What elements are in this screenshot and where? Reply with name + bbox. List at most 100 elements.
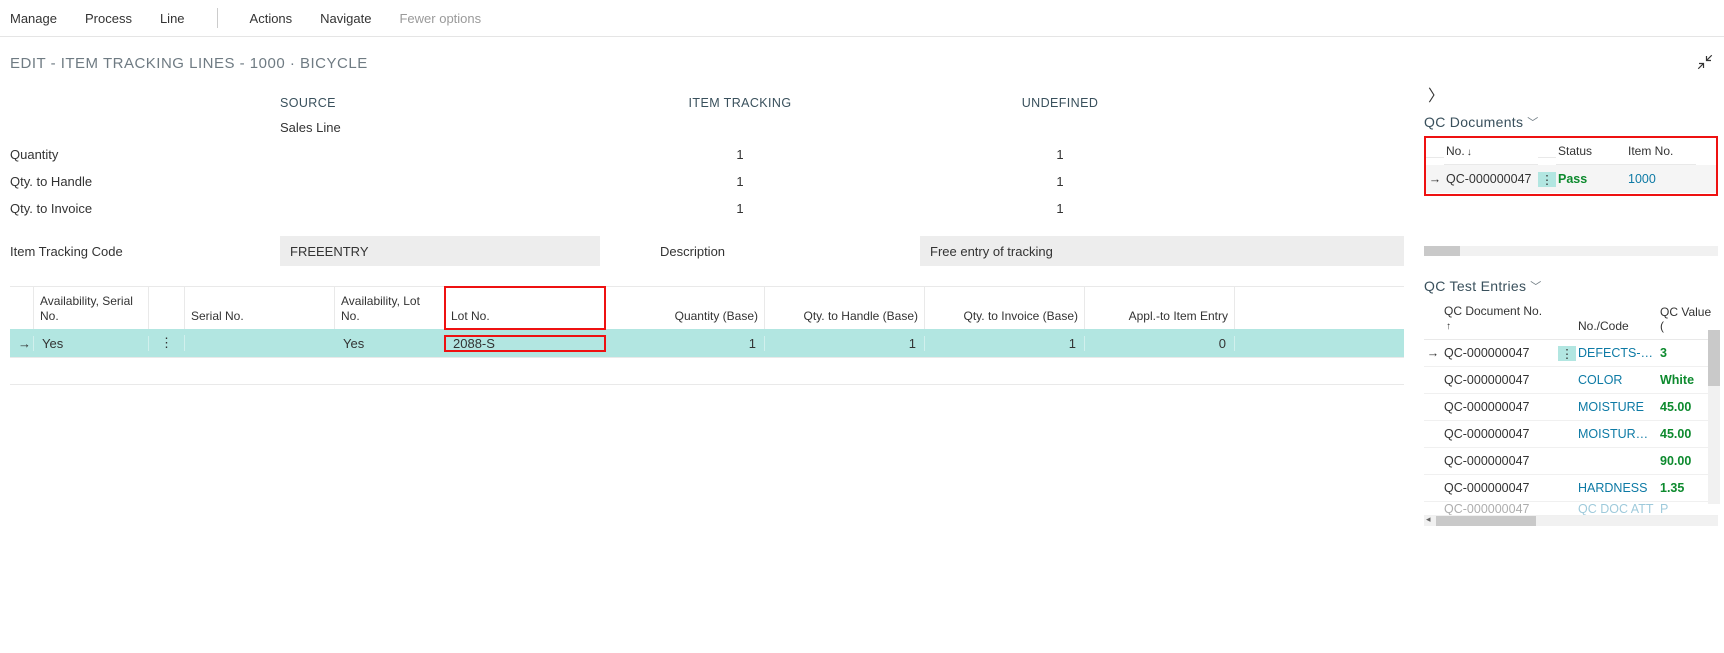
menu-separator (217, 8, 218, 28)
qc-test-value: 45.00 (1658, 400, 1714, 414)
factbox-next-icon[interactable]: 〉 (1424, 82, 1718, 106)
qc-test-code[interactable]: DEFECTS-MA... (1576, 346, 1658, 360)
qc-tests-col-no-code[interactable]: No./Code (1576, 315, 1658, 339)
header-item-tracking: ITEM TRACKING (590, 92, 890, 114)
factbox-qc-documents-title[interactable]: QC Documents ﹀ (1424, 106, 1718, 136)
qty-invoice-undefined: 1 (900, 201, 1220, 216)
qc-docs-col-no[interactable]: No.↓ (1444, 138, 1538, 165)
title-row: EDIT - ITEM TRACKING LINES - 1000 · BICY… (0, 37, 1724, 82)
cell-avail-lot[interactable]: Yes (335, 336, 445, 351)
col-qty-invoice-base[interactable]: Qty. to Invoice (Base) (925, 287, 1085, 329)
menu-fewer-options[interactable]: Fewer options (399, 11, 481, 26)
menu-manage[interactable]: Manage (10, 11, 57, 26)
qc-test-row[interactable]: QC-000000047 MOISTURE 0245.00 (1424, 421, 1718, 448)
qty-invoice-item-tracking: 1 (590, 201, 890, 216)
row-menu-icon[interactable]: ⋮ (149, 335, 185, 351)
header-source: SOURCE (280, 92, 580, 114)
collapse-factbox-icon[interactable] (1696, 53, 1714, 74)
qc-test-entries-label: QC Test Entries (1424, 278, 1526, 294)
qc-tests-v-scrollbar[interactable] (1708, 330, 1720, 504)
main-content: SOURCE ITEM TRACKING UNDEFINED Sales Lin… (0, 82, 1414, 536)
qc-test-doc-no[interactable]: QC-000000047 (1442, 373, 1558, 387)
row-arrow-icon[interactable]: → (1424, 346, 1442, 360)
qc-doc-no[interactable]: QC-000000047 (1444, 172, 1538, 186)
sort-desc-icon: ↓ (1467, 147, 1472, 158)
col-availability-lot[interactable]: Availability, Lot No. (335, 287, 445, 329)
qc-doc-status: Pass (1556, 172, 1626, 186)
qc-docs-col-status[interactable]: Status (1556, 138, 1626, 165)
qc-test-row-partial: QC-000000047 QC DOC ATT P (1424, 502, 1718, 516)
quantity-item-tracking: 1 (590, 147, 890, 162)
qc-test-doc-no[interactable]: QC-000000047 (1442, 427, 1558, 441)
row-menu-icon[interactable]: ⋮ (1538, 172, 1556, 187)
qc-test-row[interactable]: →QC-000000047⋮DEFECTS-MA...3 (1424, 340, 1718, 367)
qc-doc-item-no[interactable]: 1000 (1626, 172, 1696, 186)
row-arrow-icon[interactable]: → (1426, 172, 1444, 186)
chevron-down-icon: ﹀ (1527, 114, 1538, 130)
label-quantity: Quantity (10, 147, 270, 162)
qc-documents-label: QC Documents (1424, 114, 1523, 130)
qc-test-doc-no[interactable]: QC-000000047 (1442, 400, 1558, 414)
qc-documents-grid: No.↓ Status Item No. → QC-000000047 ⋮ Pa… (1424, 136, 1718, 196)
col-qty-handle-base[interactable]: Qty. to Handle (Base) (765, 287, 925, 329)
menu-navigate[interactable]: Navigate (320, 11, 371, 26)
label-item-tracking-code: Item Tracking Code (10, 244, 270, 259)
label-description: Description (660, 244, 910, 259)
qc-test-row[interactable]: QC-000000047COLORWhite (1424, 367, 1718, 394)
source-value: Sales Line (280, 120, 580, 135)
qc-docs-col-item-no[interactable]: Item No. (1626, 138, 1696, 165)
menu-line[interactable]: Line (160, 11, 185, 26)
qty-handle-undefined: 1 (900, 174, 1220, 189)
col-availability-serial[interactable]: Availability, Serial No. (34, 287, 149, 329)
field-item-tracking-code[interactable]: FREEENTRY (280, 236, 600, 266)
cell-appl-to[interactable]: 0 (1085, 336, 1235, 351)
quantity-undefined: 1 (900, 147, 1220, 162)
tracking-lines-grid: Availability, Serial No. Serial No. Avai… (10, 286, 1404, 385)
menu-actions[interactable]: Actions (250, 11, 293, 26)
cell-qty-invoice-base[interactable]: 1 (925, 336, 1085, 351)
qc-test-value: 45.00 (1658, 427, 1714, 441)
qc-test-row[interactable]: QC-000000047 MOISTURE45.00 (1424, 394, 1718, 421)
col-serial-no[interactable]: Serial No. (185, 287, 335, 329)
qc-docs-row[interactable]: → QC-000000047 ⋮ Pass 1000 (1426, 165, 1716, 193)
qc-test-doc-no[interactable]: QC-000000047 (1442, 454, 1558, 468)
cell-lot-no[interactable]: 2088-S (445, 336, 605, 351)
chevron-down-icon: ﹀ (1530, 278, 1541, 294)
qc-test-code[interactable]: MOISTURE (1576, 400, 1658, 414)
qc-test-code[interactable]: HARDNESS (1576, 481, 1658, 495)
qty-handle-item-tracking: 1 (590, 174, 890, 189)
factbox-qc-test-entries-title[interactable]: QC Test Entries ﹀ (1424, 270, 1718, 300)
cell-qty-base[interactable]: 1 (605, 336, 765, 351)
page-title: EDIT - ITEM TRACKING LINES - 1000 · BICY… (10, 55, 368, 72)
menubar: Manage Process Line Actions Navigate Few… (0, 0, 1724, 37)
qc-test-value: 1.35 (1658, 481, 1714, 495)
qc-test-value: 90.00 (1658, 454, 1714, 468)
qc-test-row[interactable]: QC-000000047 HARDNESS1.35 (1424, 475, 1718, 502)
qc-docs-h-scrollbar[interactable] (1424, 246, 1718, 256)
col-appl-to-item-entry[interactable]: Appl.-to Item Entry (1085, 287, 1235, 329)
row-menu-icon[interactable]: ⋮ (1558, 346, 1576, 361)
col-lot-no[interactable]: Lot No. (445, 287, 605, 329)
menu-process[interactable]: Process (85, 11, 132, 26)
grid-row-selected[interactable]: → Yes ⋮ Yes 2088-S 1 1 1 0 (10, 329, 1404, 357)
qc-tests-col-qc-value[interactable]: QC Value ( (1658, 301, 1714, 340)
row-selector-arrow-icon[interactable]: → (10, 336, 34, 351)
cell-qty-handle-base[interactable]: 1 (765, 336, 925, 351)
qc-test-code[interactable]: COLOR (1576, 373, 1658, 387)
summary-headers: SOURCE ITEM TRACKING UNDEFINED (10, 92, 1404, 114)
factbox-pane: 〉 QC Documents ﹀ No.↓ Status Item No. → … (1414, 82, 1724, 536)
qc-test-value: 3 (1658, 346, 1714, 360)
qc-tests-h-scrollbar[interactable] (1424, 516, 1718, 526)
label-qty-invoice: Qty. to Invoice (10, 201, 270, 216)
cell-avail-serial[interactable]: Yes (34, 336, 149, 351)
field-description[interactable]: Free entry of tracking (920, 236, 1404, 266)
qc-tests-col-doc-no[interactable]: QC Document No.↑ (1442, 300, 1558, 339)
qc-test-doc-no[interactable]: QC-000000047 (1442, 346, 1558, 360)
col-quantity-base[interactable]: Quantity (Base) (605, 287, 765, 329)
qc-test-row[interactable]: QC-000000047 90.00 (1424, 448, 1718, 475)
header-undefined: UNDEFINED (900, 92, 1220, 114)
sort-asc-icon: ↑ (1446, 321, 1451, 332)
qc-test-code[interactable]: MOISTURE 02 (1576, 427, 1658, 441)
qc-test-doc-no[interactable]: QC-000000047 (1442, 481, 1558, 495)
label-qty-handle: Qty. to Handle (10, 174, 270, 189)
